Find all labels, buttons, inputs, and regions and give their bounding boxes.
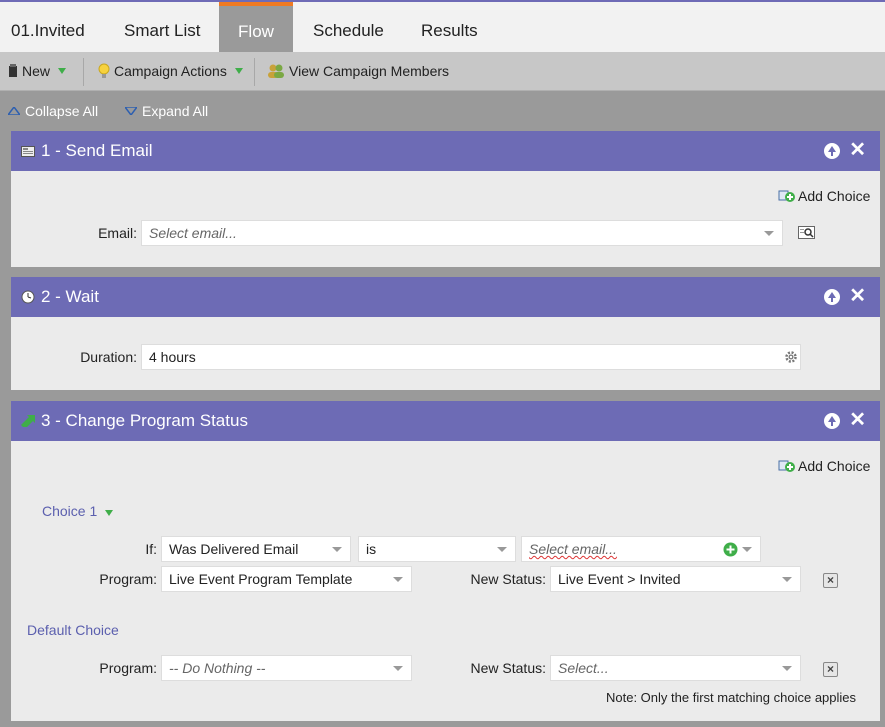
view-campaign-members-button[interactable]: View Campaign Members bbox=[267, 63, 449, 79]
if-condition-value: Was Delivered Email bbox=[169, 541, 299, 557]
expand-icon bbox=[125, 107, 137, 115]
delete-default-choice-icon[interactable]: × bbox=[823, 662, 838, 677]
tab-campaign-name[interactable]: 01.Invited bbox=[11, 4, 85, 52]
move-up-icon[interactable] bbox=[824, 143, 840, 159]
duration-value: 4 hours bbox=[149, 349, 196, 365]
new-menu-button[interactable]: New bbox=[8, 63, 67, 79]
step-header[interactable]: 1 - Send Email ✕ bbox=[11, 131, 880, 171]
expand-all-label: Expand All bbox=[142, 103, 209, 119]
email-select-placeholder: Select email... bbox=[149, 225, 237, 241]
status-change-icon bbox=[21, 415, 35, 427]
default-status-label: New Status: bbox=[470, 660, 546, 676]
default-program-value: -- Do Nothing -- bbox=[169, 660, 266, 676]
duration-field[interactable]: 4 hours bbox=[141, 344, 801, 370]
add-icon[interactable] bbox=[723, 542, 738, 557]
lightbulb-icon bbox=[98, 63, 110, 78]
toolbar: New Campaign Actions View Campaign Membe… bbox=[0, 52, 885, 91]
condition-email-placeholder: Select email... bbox=[529, 541, 617, 557]
close-icon[interactable]: ✕ bbox=[849, 409, 866, 431]
step-title: 3 - Change Program Status bbox=[41, 411, 248, 430]
new-icon bbox=[9, 64, 17, 77]
members-icon bbox=[268, 64, 284, 78]
close-icon[interactable]: ✕ bbox=[849, 285, 866, 307]
chevron-down-icon bbox=[105, 510, 114, 516]
new-status-select[interactable]: Live Event > Invited bbox=[550, 566, 801, 592]
program-select[interactable]: Live Event Program Template bbox=[161, 566, 412, 592]
new-status-value: Live Event > Invited bbox=[558, 571, 681, 587]
add-choice-label: Add Choice bbox=[798, 188, 871, 204]
collapse-all-label: Collapse All bbox=[25, 103, 99, 119]
chevron-down-icon bbox=[332, 547, 342, 552]
flow-step-wait: 2 - Wait ✕ Duration: 4 hours bbox=[11, 277, 880, 390]
condition-email-select[interactable]: Select email... bbox=[521, 536, 761, 562]
chevron-down-icon bbox=[393, 666, 403, 671]
view-members-label: View Campaign Members bbox=[289, 63, 450, 79]
step-title: 1 - Send Email bbox=[41, 141, 153, 160]
flow-step-change-program-status: 3 - Change Program Status ✕ Add Choice C… bbox=[11, 401, 880, 721]
gear-icon[interactable] bbox=[784, 350, 798, 364]
chevron-down-icon bbox=[782, 666, 792, 671]
move-up-icon[interactable] bbox=[824, 289, 840, 305]
chevron-down-icon bbox=[58, 68, 67, 74]
tab-smart-list[interactable]: Smart List bbox=[124, 4, 201, 52]
default-status-placeholder: Select... bbox=[558, 660, 609, 676]
duration-label: Duration: bbox=[80, 349, 137, 365]
add-choice-button[interactable]: Add Choice bbox=[778, 188, 870, 204]
collapse-all-button[interactable]: Collapse All bbox=[8, 103, 98, 119]
choice-note: Note: Only the first matching choice app… bbox=[606, 690, 857, 705]
chevron-down-icon bbox=[742, 547, 752, 552]
step-header[interactable]: 2 - Wait ✕ bbox=[11, 277, 880, 317]
delete-choice-icon[interactable]: × bbox=[823, 573, 838, 588]
email-label: Email: bbox=[98, 225, 137, 241]
collapse-icon bbox=[8, 107, 20, 115]
default-program-select[interactable]: -- Do Nothing -- bbox=[161, 655, 412, 681]
step-title: 2 - Wait bbox=[41, 287, 99, 306]
tab-bar: 01.Invited Smart List Flow Schedule Resu… bbox=[0, 0, 885, 52]
email-icon bbox=[21, 145, 35, 157]
operator-value: is bbox=[366, 541, 377, 557]
add-choice-button[interactable]: Add Choice bbox=[778, 458, 870, 474]
new-status-label: New Status: bbox=[470, 571, 546, 587]
add-choice-label: Add Choice bbox=[798, 458, 871, 474]
operator-select[interactable]: is bbox=[358, 536, 516, 562]
move-up-icon[interactable] bbox=[824, 413, 840, 429]
default-program-label: Program: bbox=[99, 660, 157, 676]
chevron-down-icon bbox=[497, 547, 507, 552]
tab-results[interactable]: Results bbox=[421, 4, 478, 52]
new-label: New bbox=[22, 63, 51, 79]
email-preview-icon[interactable] bbox=[798, 226, 816, 240]
program-value: Live Event Program Template bbox=[169, 571, 353, 587]
default-status-select[interactable]: Select... bbox=[550, 655, 801, 681]
add-choice-icon bbox=[778, 460, 795, 472]
chevron-down-icon bbox=[234, 68, 243, 74]
chevron-down-icon bbox=[782, 577, 792, 582]
clock-icon bbox=[21, 290, 35, 304]
flow-step-send-email: 1 - Send Email ✕ Add Choice Email: Selec… bbox=[11, 131, 880, 267]
tab-flow[interactable]: Flow bbox=[219, 2, 293, 52]
choice-1-label[interactable]: Choice 1 bbox=[42, 503, 114, 519]
expand-all-button[interactable]: Expand All bbox=[125, 103, 208, 119]
campaign-actions-label: Campaign Actions bbox=[114, 63, 227, 79]
toolbar-divider bbox=[254, 58, 255, 86]
program-label: Program: bbox=[99, 571, 157, 587]
choice-1-text: Choice 1 bbox=[42, 503, 98, 519]
toolbar-divider bbox=[83, 58, 84, 86]
chevron-down-icon bbox=[393, 577, 403, 582]
step-header[interactable]: 3 - Change Program Status ✕ bbox=[11, 401, 880, 441]
chevron-down-icon bbox=[764, 231, 774, 236]
campaign-actions-button[interactable]: Campaign Actions bbox=[98, 63, 243, 79]
default-choice-label: Default Choice bbox=[27, 622, 119, 638]
email-select[interactable]: Select email... bbox=[141, 220, 783, 246]
if-condition-select[interactable]: Was Delivered Email bbox=[161, 536, 351, 562]
add-choice-icon bbox=[778, 190, 795, 202]
collapse-expand-bar: Collapse All Expand All bbox=[0, 92, 885, 130]
close-icon[interactable]: ✕ bbox=[849, 139, 866, 161]
if-label: If: bbox=[145, 541, 157, 557]
tab-schedule[interactable]: Schedule bbox=[313, 4, 384, 52]
